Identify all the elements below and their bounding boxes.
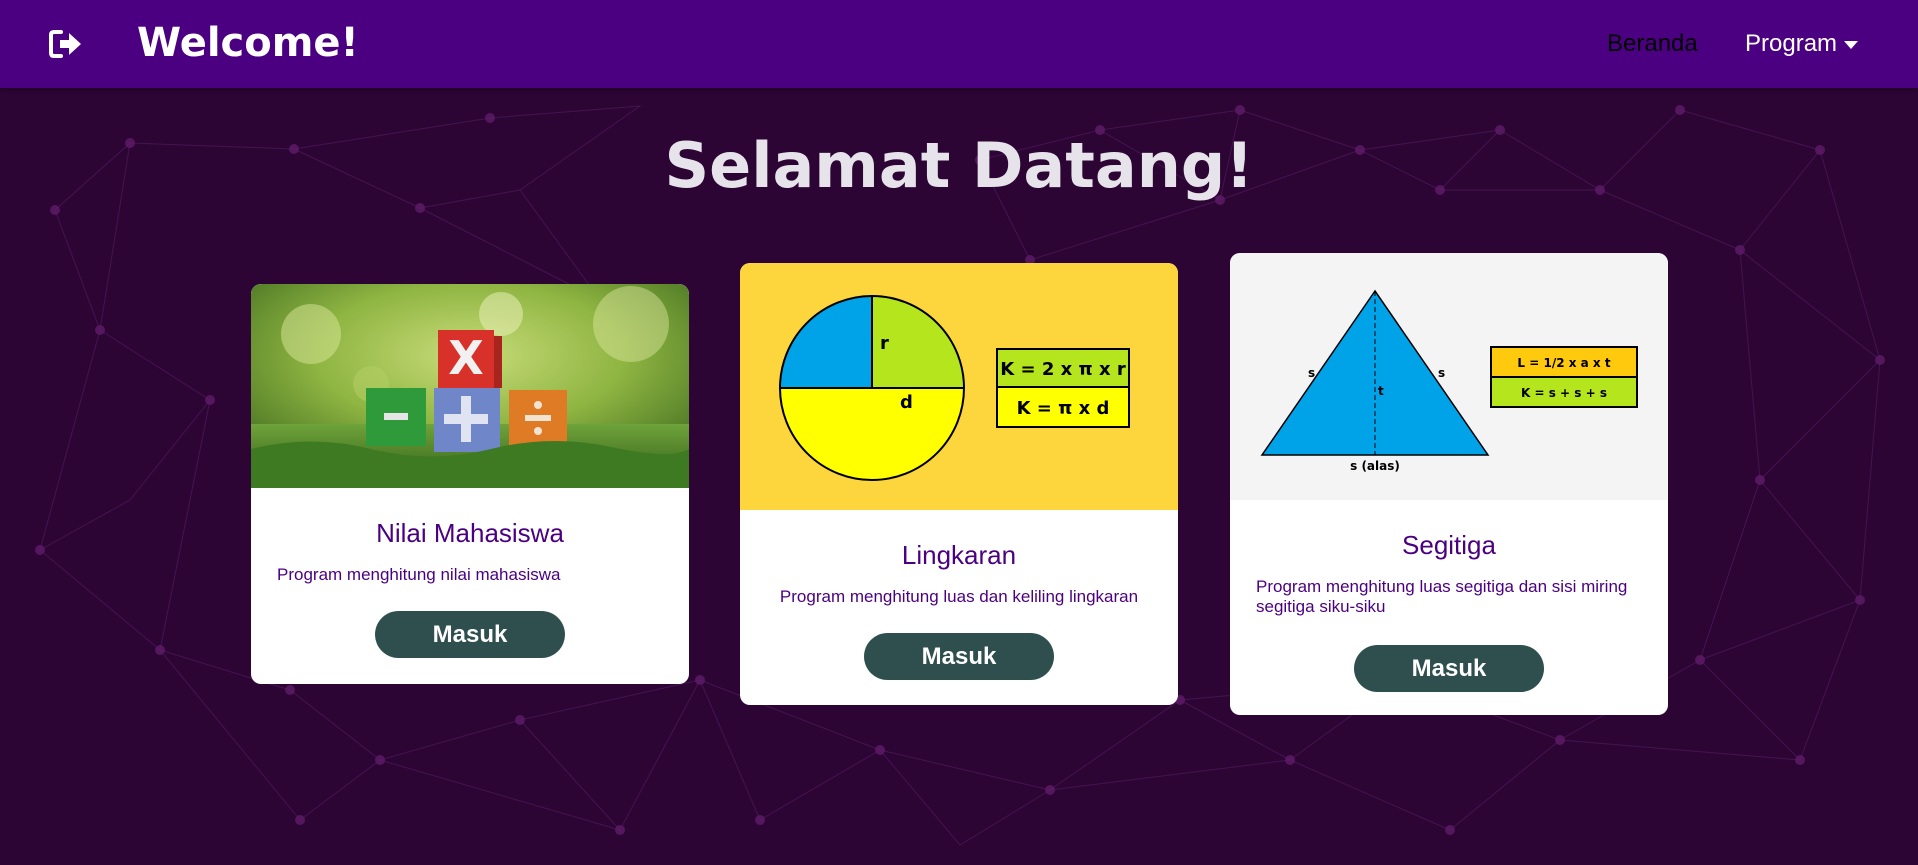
circle-formula-image: r d K = 2 x π x r K = π x d (740, 263, 1178, 510)
height-label: t (1378, 384, 1384, 398)
formula-box: K = 2 x π x r K = π x d (996, 348, 1130, 428)
card-title: Segitiga (1402, 530, 1496, 560)
masuk-button[interactable]: Masuk (864, 633, 1054, 680)
card-description: Program menghitung luas dan keliling lin… (779, 587, 1139, 606)
card-title: Nilai Mahasiswa (376, 518, 564, 548)
minus-symbol (384, 413, 408, 420)
card-nilai-mahasiswa: X Nilai Mahasiswa Program menghitung nil… (251, 284, 689, 684)
page-title: Selamat Datang! (664, 129, 1254, 202)
formula-2: K = s + s + s (1521, 386, 1607, 400)
caret-down-icon (1844, 40, 1859, 49)
math-blocks-image: X (251, 284, 689, 488)
radius-label: r (880, 333, 889, 354)
diameter-label: d (900, 392, 913, 413)
logout-icon[interactable] (48, 28, 84, 60)
nav-link-beranda[interactable]: Beranda (1607, 29, 1698, 59)
times-symbol: X (448, 331, 483, 385)
nav-dropdown-program[interactable]: Program (1745, 29, 1859, 59)
triangle-formula-image: s s t s (alas) L = 1/2 x a x t K = s + s… (1230, 253, 1668, 500)
formula-2: K = π x d (1017, 398, 1110, 419)
navbar: Welcome! Beranda Program (0, 0, 1918, 88)
card-description: Program menghitung luas segitiga dan sis… (1256, 577, 1628, 616)
side-label-right: s (1438, 366, 1445, 380)
divide-symbol (525, 415, 551, 421)
formula-1: L = 1/2 x a x t (1517, 356, 1610, 370)
card-title: Lingkaran (901, 540, 1017, 570)
card-segitiga: s s t s (alas) L = 1/2 x a x t K = s + s… (1230, 253, 1668, 715)
formula-1: K = 2 x π x r (1000, 359, 1126, 380)
brand-title: Welcome! (137, 20, 359, 66)
circle-diagram: r d (779, 295, 965, 481)
formula-box: L = 1/2 x a x t K = s + s + s (1490, 346, 1638, 408)
side-label-left: s (1308, 366, 1315, 380)
card-lingkaran: r d K = 2 x π x r K = π x d Lingkaran Pr… (740, 263, 1178, 705)
nav-program-label: Program (1745, 30, 1838, 57)
masuk-button[interactable]: Masuk (1354, 645, 1544, 692)
card-description: Program menghitung nilai mahasiswa (277, 565, 561, 584)
base-label: s (alas) (1350, 459, 1400, 473)
masuk-button[interactable]: Masuk (375, 611, 565, 658)
